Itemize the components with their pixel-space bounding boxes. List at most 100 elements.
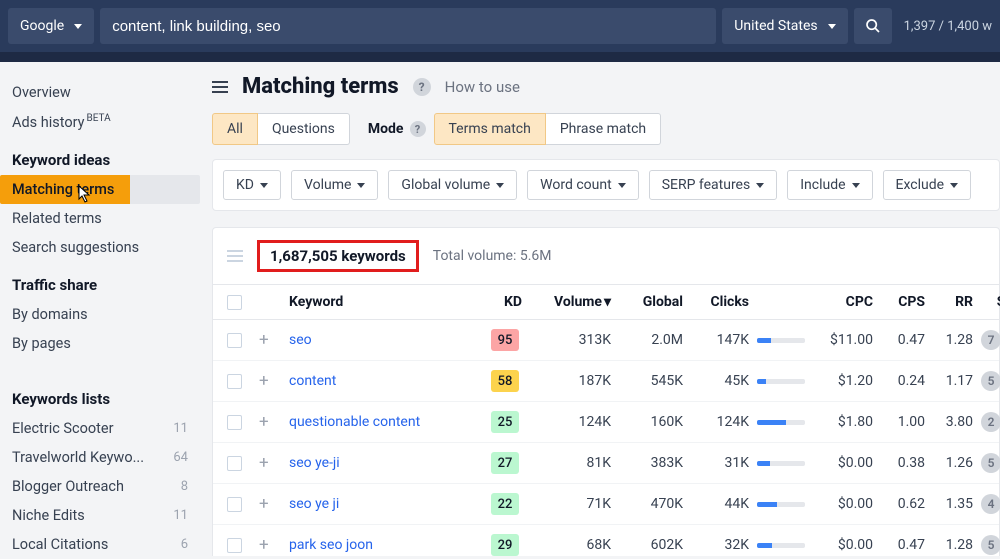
add-button[interactable]: + — [259, 453, 287, 473]
row-checkbox[interactable] — [227, 456, 242, 471]
add-button[interactable]: + — [259, 412, 287, 432]
kd-badge: 95 — [491, 329, 519, 351]
sidebar-list-item[interactable]: Blogger Outreach8 — [0, 472, 200, 501]
cursor-icon — [78, 185, 92, 203]
tab-terms-match[interactable]: Terms match — [434, 113, 546, 145]
chevron-down-icon — [828, 24, 836, 29]
keyword-link[interactable]: seo — [289, 332, 489, 348]
kd-badge: 58 — [491, 370, 519, 392]
help-icon[interactable]: ? — [410, 121, 426, 137]
keyword-link[interactable]: content — [289, 373, 489, 389]
filter-global-volume[interactable]: Global volume — [388, 170, 517, 200]
main: Matching terms ? How to use All Question… — [200, 62, 1000, 556]
row-checkbox[interactable] — [227, 538, 242, 553]
tab-questions[interactable]: Questions — [258, 113, 350, 145]
sidebar-item-overview[interactable]: Overview — [0, 78, 200, 107]
kd-badge: 29 — [491, 534, 519, 556]
country-select[interactable]: United States — [722, 8, 847, 44]
table-row: +park seo joon2968K602K32K$0.000.471.285 — [213, 525, 999, 556]
cell-cps: 0.47 — [881, 332, 931, 348]
search-engine-select[interactable]: Google — [8, 8, 94, 44]
filter-include[interactable]: Include — [787, 170, 872, 200]
row-checkbox[interactable] — [227, 374, 242, 389]
cell-cps: 0.62 — [881, 496, 931, 512]
keyword-link[interactable]: seo ye ji — [289, 496, 489, 512]
cell-cpc: $0.00 — [819, 537, 879, 553]
clicks-bar — [757, 379, 805, 384]
cell-clicks: 31K — [691, 455, 755, 471]
sidebar-item-search-suggestions[interactable]: Search suggestions — [0, 233, 200, 262]
cell-rr: 3.80 — [933, 414, 979, 430]
chevron-down-icon — [496, 183, 504, 188]
cell-global: 383K — [619, 455, 689, 471]
chevron-down-icon — [852, 183, 860, 188]
cell-cps: 0.38 — [881, 455, 931, 471]
filter-bar: KD Volume Global volume Word count SERP feat… — [212, 159, 1000, 211]
sf-badge: 7 — [981, 330, 1000, 350]
add-button[interactable]: + — [259, 535, 287, 555]
col-sf[interactable]: SF — [981, 294, 1000, 310]
cell-volume: 313K — [537, 332, 617, 348]
sidebar-list-item[interactable]: Travelworld Keywo...64 — [0, 443, 200, 472]
select-all-checkbox[interactable] — [227, 295, 242, 310]
drag-handle-icon[interactable] — [227, 250, 243, 262]
sidebar: Overview Ads historyBETA Keyword ideas M… — [0, 62, 200, 556]
sidebar-item-matching-terms[interactable]: Matching terms — [0, 175, 200, 204]
keywords-input[interactable] — [100, 8, 716, 44]
col-kd[interactable]: KD — [491, 294, 535, 310]
how-to-use-link[interactable]: How to use — [445, 78, 520, 96]
row-checkbox[interactable] — [227, 415, 242, 430]
chevron-down-icon — [260, 183, 268, 188]
navbar — [0, 52, 1000, 62]
col-volume[interactable]: Volume▾ — [537, 294, 617, 310]
tab-all[interactable]: All — [212, 113, 258, 145]
filter-volume[interactable]: Volume — [291, 170, 378, 200]
col-keyword[interactable]: Keyword — [289, 294, 489, 310]
cell-global: 160K — [619, 414, 689, 430]
cell-rr: 1.28 — [933, 537, 979, 553]
filter-serp-features[interactable]: SERP features — [649, 170, 778, 200]
col-global[interactable]: Global — [619, 294, 689, 310]
cell-rr: 1.35 — [933, 496, 979, 512]
menu-icon[interactable] — [212, 81, 228, 93]
keyword-link[interactable]: questionable content — [289, 414, 489, 430]
keyword-link[interactable]: seo ye-ji — [289, 455, 489, 471]
tab-phrase-match[interactable]: Phrase match — [546, 113, 661, 145]
sidebar-item-ads-history[interactable]: Ads historyBETA — [0, 107, 200, 137]
row-checkbox[interactable] — [227, 497, 242, 512]
kd-badge: 27 — [491, 452, 519, 474]
col-cpc[interactable]: CPC — [819, 294, 879, 310]
cell-cpc: $11.00 — [819, 332, 879, 348]
topbar: Google United States 1,397 / 1,400 w — [0, 0, 1000, 52]
filter-exclude[interactable]: Exclude — [883, 170, 972, 200]
add-button[interactable]: + — [259, 371, 287, 391]
results-table: Keyword KD Volume▾ Global Clicks CPC CPS… — [212, 285, 1000, 556]
sf-badge: 5 — [981, 535, 1000, 555]
sf-badge: 5 — [981, 371, 1000, 391]
sidebar-item-related-terms[interactable]: Related terms — [0, 204, 200, 233]
filter-word-count[interactable]: Word count — [527, 170, 639, 200]
keyword-link[interactable]: park seo joon — [289, 537, 489, 553]
help-icon[interactable]: ? — [413, 78, 431, 96]
clicks-bar — [757, 461, 805, 466]
sidebar-list-item[interactable]: Local Citations6 — [0, 530, 200, 559]
sidebar-list-item[interactable]: Electric Scooter11 — [0, 414, 200, 443]
row-checkbox[interactable] — [227, 333, 242, 348]
col-clicks[interactable]: Clicks — [691, 294, 755, 310]
chevron-down-icon — [74, 24, 82, 29]
cell-cpc: $0.00 — [819, 496, 879, 512]
table-row: +content58187K545K45K$1.200.241.175 — [213, 361, 999, 402]
sidebar-item-by-pages[interactable]: By pages — [0, 329, 200, 358]
filter-kd[interactable]: KD — [223, 170, 281, 200]
add-button[interactable]: + — [259, 330, 287, 350]
sidebar-head-traffic: Traffic share — [0, 262, 200, 300]
sidebar-list-item[interactable]: Niche Edits11 — [0, 501, 200, 530]
cell-volume: 81K — [537, 455, 617, 471]
sidebar-item-by-domains[interactable]: By domains — [0, 300, 200, 329]
col-rr[interactable]: RR — [933, 294, 979, 310]
cell-volume: 187K — [537, 373, 617, 389]
search-button[interactable] — [854, 8, 892, 44]
add-button[interactable]: + — [259, 494, 287, 514]
col-cps[interactable]: CPS — [881, 294, 931, 310]
total-volume: Total volume: 5.6M — [433, 248, 552, 264]
